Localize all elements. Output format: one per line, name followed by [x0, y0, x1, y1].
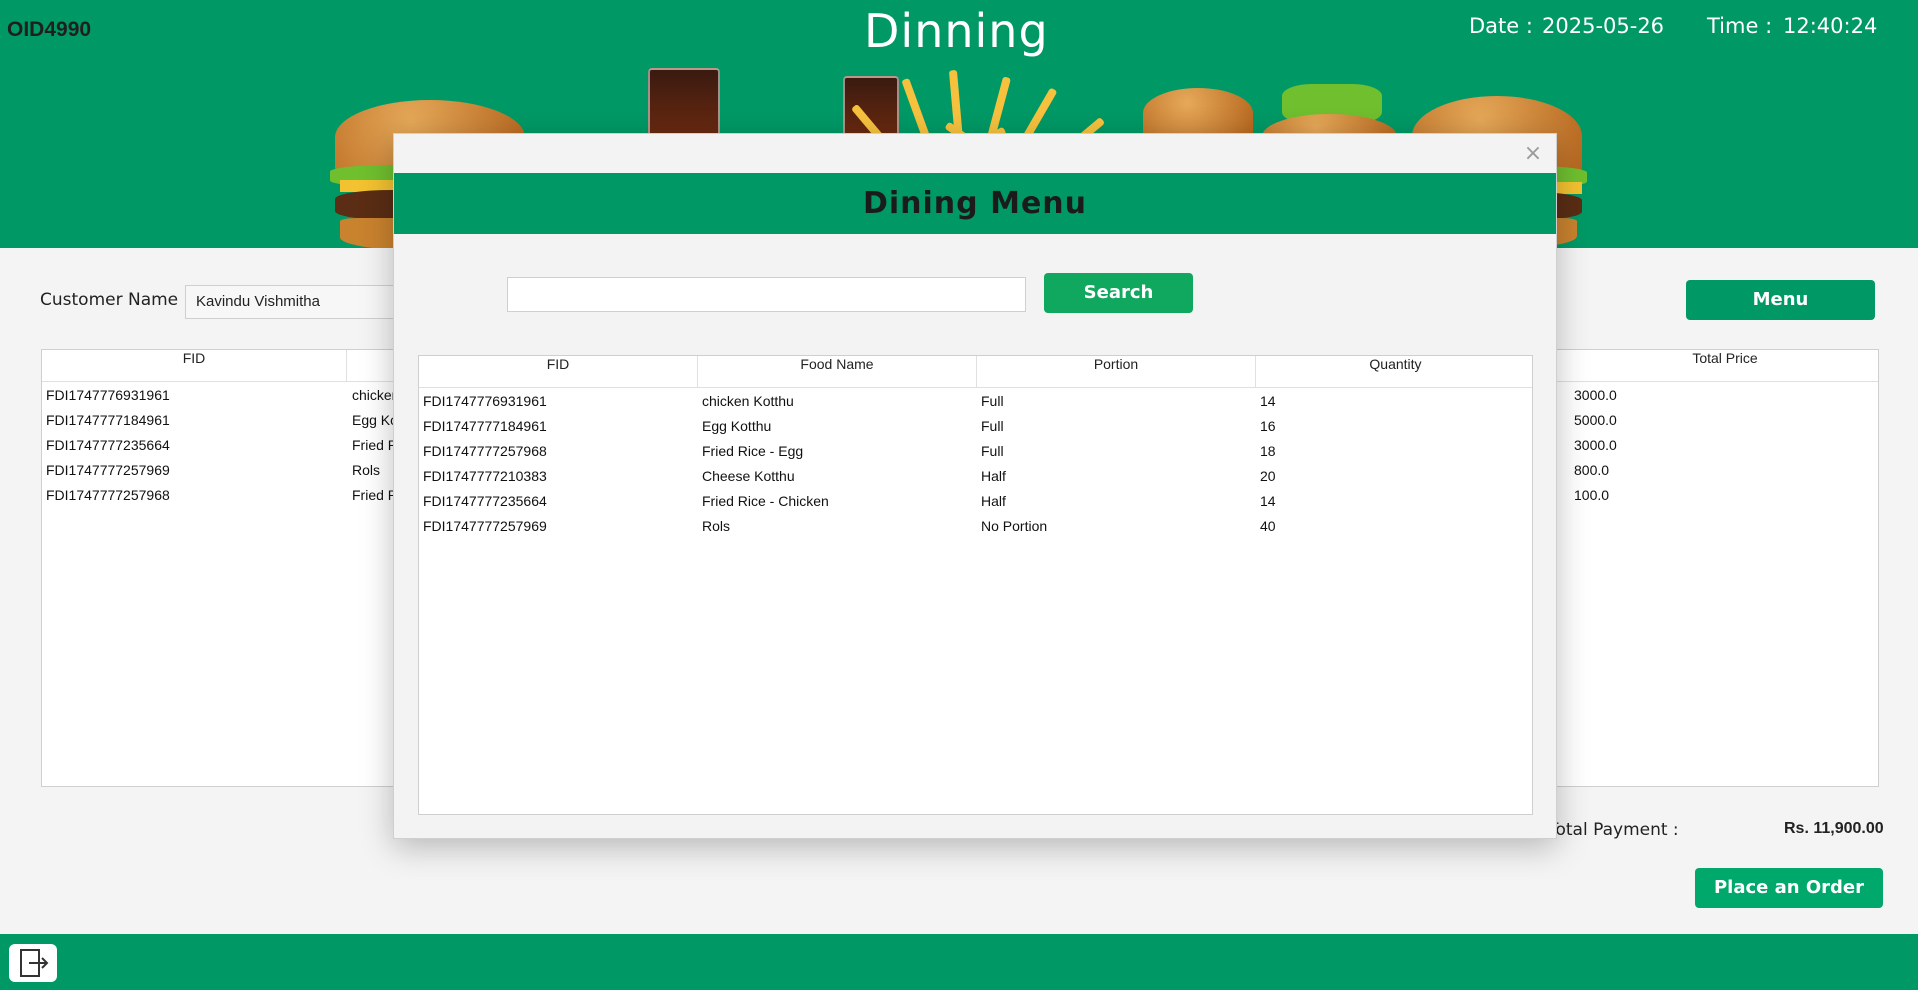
search-input[interactable] — [507, 277, 1026, 312]
column-header-portion[interactable]: Portion — [977, 356, 1256, 388]
portion-cell: Half — [981, 468, 1006, 484]
order-id: OID4990 — [7, 18, 92, 41]
fid-cell: FDI1747777257968 — [423, 443, 547, 459]
fid-cell: FDI1747777235664 — [46, 437, 170, 453]
fid-cell: FDI1747777257969 — [46, 462, 170, 478]
food-name-cell: Fried R — [352, 487, 398, 503]
menu-table-header: FID Food Name Portion Quantity — [419, 356, 1532, 388]
total-price-cell: 100.0 — [1574, 487, 1610, 503]
food-name-cell: chicken Kotthu — [702, 393, 794, 409]
table-row[interactable]: FDI1747777257968 Fried Rice - Egg Full 1… — [419, 439, 1532, 464]
date-value: 2025-05-26 — [1542, 14, 1665, 38]
logout-button[interactable] — [9, 944, 57, 982]
dining-menu-dialog: × Dining Menu Search FID Food Name Porti… — [393, 133, 1557, 839]
quantity-cell: 16 — [1260, 418, 1276, 434]
total-price-cell: 3000.0 — [1574, 387, 1617, 403]
food-name-cell: Fried R — [352, 437, 398, 453]
portion-cell: Full — [981, 393, 1004, 409]
quantity-cell: 18 — [1260, 443, 1276, 459]
total-payment-label: Total Payment : — [1548, 820, 1679, 840]
total-price-cell: 3000.0 — [1574, 437, 1617, 453]
quantity-cell: 40 — [1260, 518, 1276, 534]
date-label: Date : — [1469, 14, 1533, 38]
portion-cell: Full — [981, 418, 1004, 434]
table-row[interactable]: FDI1747777184961 Egg Kotthu Full 16 — [419, 414, 1532, 439]
column-header-quantity[interactable]: Quantity — [1256, 356, 1535, 388]
total-price-cell: 800.0 — [1574, 462, 1610, 478]
app-title: Dinning — [864, 4, 1049, 58]
menu-items-table[interactable]: FID Food Name Portion Quantity FDI174777… — [418, 355, 1533, 815]
column-header-fid[interactable]: FID — [42, 350, 347, 382]
customer-name-input[interactable]: Kavindu Vishmitha — [185, 285, 405, 319]
search-button[interactable]: Search — [1044, 273, 1193, 313]
customer-name-label: Customer Name — [40, 290, 179, 310]
table-row[interactable]: FDI1747777235664 Fried Rice - Chicken Ha… — [419, 489, 1532, 514]
food-name-cell: Egg Ko — [352, 412, 398, 428]
quantity-cell: 14 — [1260, 393, 1276, 409]
food-name-cell: Fried Rice - Chicken — [702, 493, 829, 509]
fid-cell: FDI1747777257969 — [423, 518, 547, 534]
fid-cell: FDI1747777184961 — [46, 412, 170, 428]
dialog-header: Dining Menu — [394, 173, 1556, 234]
fid-cell: FDI1747777235664 — [423, 493, 547, 509]
food-name-cell: Cheese Kotthu — [702, 468, 795, 484]
food-name-cell: Egg Kotthu — [702, 418, 772, 434]
close-icon[interactable]: × — [1519, 140, 1547, 168]
fid-cell: FDI1747777257968 — [46, 487, 170, 503]
dialog-title: Dining Menu — [862, 186, 1088, 221]
table-row[interactable]: FDI1747776931961 chicken Kotthu Full 14 — [419, 389, 1532, 414]
place-order-button[interactable]: Place an Order — [1695, 868, 1883, 908]
portion-cell: Half — [981, 493, 1006, 509]
column-header-food-name[interactable]: Food Name — [698, 356, 977, 388]
portion-cell: Full — [981, 443, 1004, 459]
table-row[interactable]: FDI1747777210383 Cheese Kotthu Half 20 — [419, 464, 1532, 489]
food-name-cell: Fried Rice - Egg — [702, 443, 804, 459]
footer-bar — [0, 934, 1918, 990]
menu-button[interactable]: Menu — [1686, 280, 1875, 320]
food-name-cell: Rols — [352, 462, 381, 478]
fid-cell: FDI1747776931961 — [423, 393, 547, 409]
column-header-fid[interactable]: FID — [419, 356, 698, 388]
table-row[interactable]: FDI1747777257969 Rols No Portion 40 — [419, 514, 1532, 539]
fid-cell: FDI1747777184961 — [423, 418, 547, 434]
time-label: Time : — [1707, 14, 1773, 38]
fid-cell: FDI1747777210383 — [423, 468, 547, 484]
quantity-cell: 14 — [1260, 493, 1276, 509]
logout-icon — [20, 949, 49, 977]
total-price-cell: 5000.0 — [1574, 412, 1617, 428]
column-header-total-price[interactable]: Total Price — [1570, 350, 1880, 382]
food-name-cell: Rols — [702, 518, 731, 534]
portion-cell: No Portion — [981, 518, 1048, 534]
time-value: 12:40:24 — [1783, 14, 1878, 38]
total-payment-value: Rs. 11,900.00 — [1784, 820, 1884, 837]
fid-cell: FDI1747776931961 — [46, 387, 170, 403]
quantity-cell: 20 — [1260, 468, 1276, 484]
